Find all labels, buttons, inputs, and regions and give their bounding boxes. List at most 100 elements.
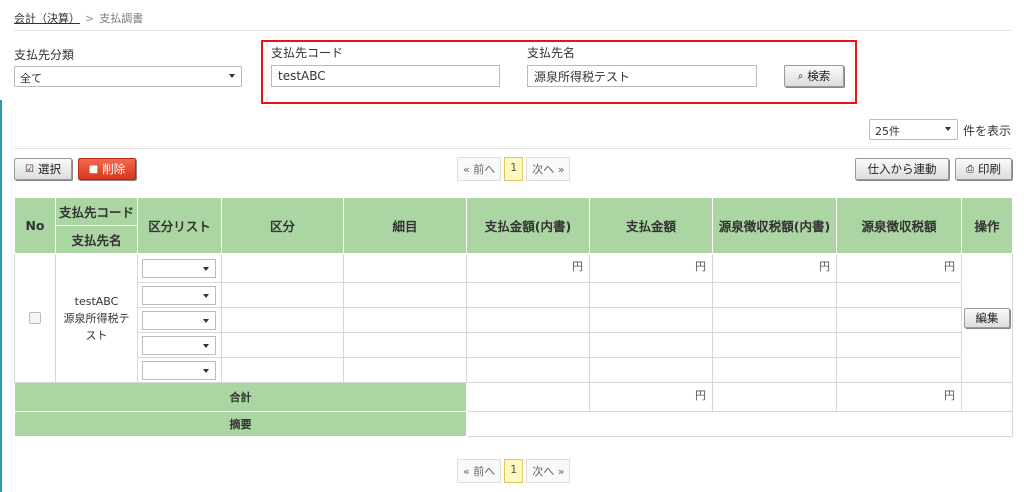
- header-tax-inner: 源泉徴収税額(内書): [712, 197, 837, 254]
- detail-cell: [343, 307, 467, 333]
- search-button[interactable]: ⌕ 検索: [784, 65, 844, 87]
- breadcrumb-separator: >: [85, 12, 95, 25]
- pager-prev[interactable]: « 前へ: [457, 459, 502, 483]
- chevron-down-icon: [229, 74, 235, 78]
- category-cell: [221, 357, 344, 383]
- header-code: 支払先コード: [55, 197, 138, 226]
- pager-next[interactable]: 次へ »: [526, 157, 571, 181]
- tax-cell: [836, 332, 962, 358]
- pay-cell: 円: [589, 253, 713, 283]
- print-button-label: 印刷: [978, 162, 1001, 176]
- chevron-down-icon: [945, 127, 951, 131]
- total-tax: 円: [836, 382, 962, 412]
- row-checkbox[interactable]: [29, 312, 41, 324]
- header-pay: 支払金額: [589, 197, 713, 254]
- link-purchase-button[interactable]: 仕入から連動: [855, 158, 949, 180]
- category-list-cell: [137, 307, 222, 333]
- total-row: 合計 円 円: [14, 382, 1013, 412]
- payee-code-input[interactable]: [271, 65, 500, 87]
- pay-inner-cell: [466, 332, 590, 358]
- divider: [14, 148, 1012, 149]
- trash-icon: ■: [88, 163, 99, 175]
- total-tax-inner: [712, 382, 837, 412]
- tax-cell: [836, 282, 962, 308]
- category-select-value: 全て: [20, 72, 42, 85]
- category-label: 支払先分類: [14, 48, 75, 62]
- category-list-select[interactable]: [142, 360, 216, 380]
- total-pay: 円: [589, 382, 713, 412]
- left-edge-bar: [0, 100, 2, 492]
- pager-prev[interactable]: « 前へ: [457, 157, 502, 181]
- payment-table: No 支払先コード 区分リスト 区分 細目 支払金額(内書) 支払金額 源泉徴収…: [14, 197, 1013, 437]
- category-list-select[interactable]: [142, 285, 216, 305]
- header-name: 支払先名: [55, 225, 138, 254]
- summary-value[interactable]: [466, 411, 1013, 437]
- table-row: [15, 332, 1013, 358]
- header-pay-inner: 支払金額(内書): [466, 197, 590, 254]
- select-button[interactable]: ☑ 選択: [14, 158, 72, 180]
- tax-inner-cell: [712, 307, 837, 333]
- delete-button[interactable]: ■ 削除: [78, 158, 136, 180]
- pager-next[interactable]: 次へ »: [526, 459, 571, 483]
- printer-icon: ⎙: [966, 163, 974, 175]
- category-list-select[interactable]: [142, 310, 216, 330]
- search-icon: ⌕: [797, 70, 804, 82]
- tax-cell: 円: [836, 253, 962, 283]
- detail-cell: [343, 282, 467, 308]
- total-label: 合計: [14, 382, 467, 412]
- row-code: testABC: [74, 294, 119, 308]
- table-row: testABC 源泉所得税テスト 円 円 円 円 編集: [14, 253, 1013, 383]
- chevron-down-icon: [203, 266, 209, 271]
- tax-inner-cell: [712, 357, 837, 383]
- header-detail: 細目: [343, 197, 467, 254]
- summary-label: 摘要: [14, 411, 467, 437]
- checkbox-icon: ☑: [25, 163, 34, 175]
- category-cell: [221, 253, 344, 283]
- search-button-label: 検索: [807, 69, 831, 83]
- detail-cell: [343, 332, 467, 358]
- tax-inner-cell: [712, 332, 837, 358]
- chevron-down-icon: [203, 293, 209, 298]
- edit-button[interactable]: 編集: [964, 308, 1010, 328]
- header-category: 区分: [221, 197, 344, 254]
- category-cell: [221, 307, 344, 333]
- total-pay-inner: [466, 382, 590, 412]
- pay-inner-cell: 円: [466, 253, 590, 283]
- print-button[interactable]: ⎙ 印刷: [955, 158, 1012, 180]
- chevron-down-icon: [203, 318, 209, 323]
- breadcrumb-parent-link[interactable]: 会計（決算）: [14, 12, 80, 25]
- header-category-list: 区分リスト: [137, 197, 222, 254]
- delete-button-label: 削除: [102, 162, 126, 176]
- per-page-select[interactable]: 25件: [869, 119, 958, 140]
- payee-cell: testABC 源泉所得税テスト: [55, 253, 138, 383]
- pay-cell: [589, 357, 713, 383]
- pay-inner-cell: [466, 357, 590, 383]
- category-list-select[interactable]: [142, 335, 216, 355]
- total-ops: [961, 382, 1013, 412]
- ops-cell: 編集: [961, 253, 1013, 383]
- category-list-cell: [137, 282, 222, 308]
- breadcrumb-current: 支払調書: [99, 12, 144, 25]
- pager-bottom: « 前へ 1 次へ »: [457, 459, 571, 483]
- pager-current[interactable]: 1: [504, 459, 524, 483]
- pay-cell: [589, 332, 713, 358]
- tax-inner-cell: 円: [712, 253, 837, 283]
- select-button-label: 選択: [37, 162, 61, 176]
- header-no: No: [14, 197, 56, 254]
- summary-row: 摘要: [14, 411, 1013, 437]
- divider: [14, 30, 1012, 31]
- per-page-value: 25件: [875, 125, 900, 138]
- row-checkbox-cell[interactable]: [14, 253, 56, 383]
- pager-current[interactable]: 1: [504, 157, 524, 181]
- category-select[interactable]: 全て: [14, 66, 242, 87]
- pay-cell: [589, 282, 713, 308]
- header-ops: 操作: [961, 197, 1013, 254]
- category-list-select[interactable]: [142, 258, 216, 278]
- category-list-cell: [137, 253, 222, 283]
- pay-inner-cell: [466, 282, 590, 308]
- chevron-down-icon: [203, 368, 209, 373]
- payee-name-input[interactable]: [527, 65, 757, 87]
- table-row: [15, 357, 1013, 383]
- detail-cell: [343, 357, 467, 383]
- category-list-cell: [137, 332, 222, 358]
